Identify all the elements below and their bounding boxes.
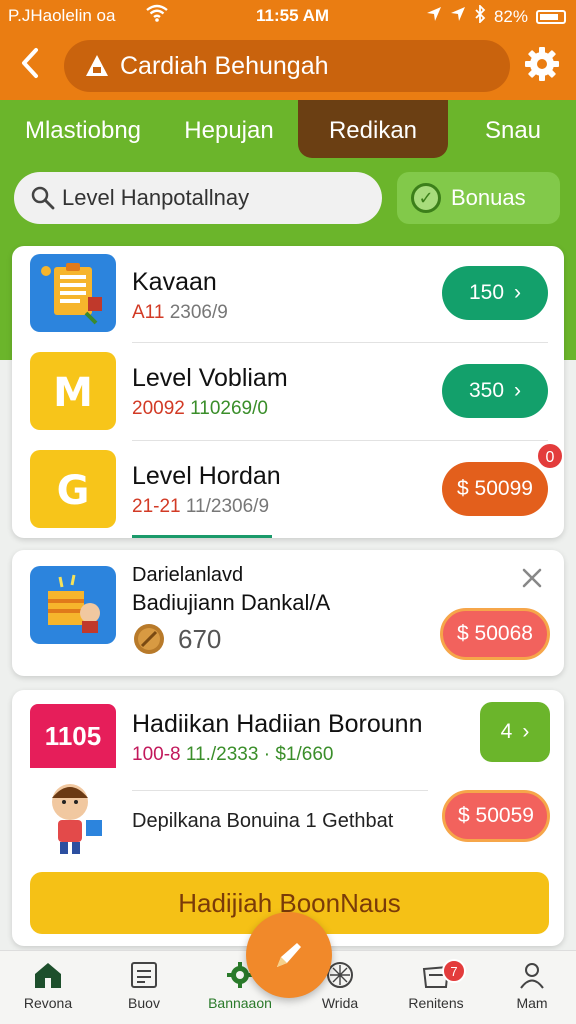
status-bar: P.JHaolelin oa 11:55 AM 82%: [0, 0, 576, 32]
bonus-price-button[interactable]: $ 50059: [442, 790, 550, 842]
nav-label: Wrida: [321, 995, 359, 1011]
bonus-sub3: $1/660: [275, 744, 334, 765]
svg-text:G: G: [57, 468, 90, 514]
price-label: 150: [468, 281, 505, 304]
notification-badge: 0: [536, 442, 564, 470]
list-item[interactable]: G Level Hordan 21-21 11/2306/9 $ 50099 0: [12, 440, 564, 538]
search-input[interactable]: Level Hanpotallnay: [14, 172, 382, 224]
tab-snau[interactable]: Snau: [468, 100, 558, 158]
item-sub-primary: 21-21: [132, 496, 181, 517]
chevron-right-icon: ›: [514, 281, 522, 304]
nav-label: Revona: [23, 995, 73, 1011]
check-circle-icon: ✓: [411, 183, 441, 213]
settings-button[interactable]: [522, 44, 562, 84]
coin-icon: [134, 624, 164, 654]
price-label: $ 50068: [457, 622, 533, 645]
price-label: $ 50059: [458, 804, 534, 827]
list-item[interactable]: Kavaan A11 2306/9 150 ›: [12, 246, 564, 342]
nav-home[interactable]: Revona: [0, 957, 96, 1011]
tab-mlastiobng[interactable]: Mlastiobng: [8, 100, 158, 158]
clipboard-icon: [30, 254, 116, 332]
chevron-right-icon: ›: [514, 379, 522, 402]
item-sub-primary: 20092: [132, 398, 185, 419]
search-icon: [31, 186, 55, 210]
scroll-indicator: [132, 535, 272, 538]
nav-buov[interactable]: Buov: [96, 957, 192, 1011]
reward-card[interactable]: Darielanlavd Badiujiann Dankal/A 670 $ 5…: [12, 550, 564, 676]
item-title: Level Hordan: [132, 462, 281, 490]
title-bar[interactable]: Cardiah Behungah: [64, 40, 510, 92]
location-arrow-icon: [426, 6, 442, 27]
nav-label: Mam: [516, 995, 548, 1011]
price-button[interactable]: 350 ›: [442, 364, 548, 418]
gear-icon: [525, 47, 559, 81]
back-button[interactable]: [14, 46, 46, 86]
price-label: 4: [500, 720, 513, 743]
price-button[interactable]: $ 50099: [442, 462, 548, 516]
pencil-icon: [277, 943, 301, 967]
item-sub-primary: A11: [132, 302, 165, 323]
price-label: 350: [468, 379, 505, 402]
tab-hepujan[interactable]: Hepujan: [170, 100, 288, 158]
search-value: Level Hanpotallnay: [62, 185, 250, 210]
bluetooth-icon: [474, 3, 486, 28]
item-sub-secondary: 110269/0: [190, 398, 268, 419]
item-title: Level Vobliam: [132, 364, 288, 392]
bonus-tag: 1105: [30, 704, 116, 768]
wifi-icon: [146, 4, 168, 27]
chevron-left-icon: [22, 48, 38, 78]
bonus-button[interactable]: ✓ Bonuas: [397, 172, 560, 224]
price-button[interactable]: 150 ›: [442, 266, 548, 320]
user-icon: [520, 963, 544, 989]
divider: [132, 790, 428, 791]
tab-redikan[interactable]: Redikan: [298, 100, 448, 158]
lock-icon: [86, 55, 108, 76]
page-title: Cardiah Behungah: [120, 51, 329, 80]
list-item[interactable]: M Level Vobliam 20092 110269/0 350 ›: [12, 342, 564, 440]
bonus-description: Depilkana Bonuina 1 Gethbat: [132, 810, 394, 832]
coin-count: 670: [178, 623, 222, 654]
bonus-action-button[interactable]: 4 ›: [480, 702, 550, 762]
close-button[interactable]: [520, 566, 544, 590]
nav-mam[interactable]: Mam: [484, 957, 576, 1011]
svg-text:M: M: [53, 370, 93, 416]
item-list-card: Kavaan A11 2306/9 150 › M Level Vobliam …: [12, 246, 564, 538]
nav-label: Buov: [128, 995, 160, 1011]
app-bar: Cardiah Behungah: [0, 32, 576, 100]
nav-label: Renitens: [408, 995, 464, 1011]
item-title: Kavaan: [132, 268, 217, 296]
notification-badge: 7: [442, 959, 466, 983]
reward-line1: Darielanlavd: [132, 564, 244, 586]
bonus-sub1: 100-8: [132, 744, 181, 765]
g-letter-icon: G: [30, 450, 116, 528]
chevron-right-icon: ›: [522, 720, 530, 743]
edit-fab[interactable]: [246, 912, 332, 998]
gift-box-icon: [30, 566, 116, 644]
character-icon: [30, 768, 116, 858]
item-sub-secondary: 2306/9: [169, 302, 228, 323]
carrier-label: P.JHaolelin oa: [8, 6, 116, 25]
nav-label: Bannaaon: [208, 995, 272, 1011]
reward-price-button[interactable]: $ 50068: [440, 608, 550, 660]
home-icon: [35, 963, 61, 988]
document-icon: [131, 962, 157, 988]
bonus-button-label: Bonuas: [451, 185, 526, 210]
navigation-icon: [450, 6, 466, 27]
close-icon: [522, 568, 542, 588]
m-letter-icon: M: [30, 352, 116, 430]
bonus-title: Hadiikan Hadiian Borounn: [132, 710, 423, 738]
bonus-sub2: 11./2333: [185, 744, 259, 765]
item-sub-secondary: 11/2306/9: [185, 496, 270, 517]
price-label: $ 50099: [457, 477, 533, 500]
battery-icon: [536, 9, 566, 24]
reward-line2: Badiujiann Dankal/A: [132, 590, 331, 615]
battery-percent: 82%: [493, 6, 528, 26]
clock: 11:55 AM: [256, 6, 330, 25]
nav-renitens[interactable]: Renitens 7: [388, 957, 484, 1011]
